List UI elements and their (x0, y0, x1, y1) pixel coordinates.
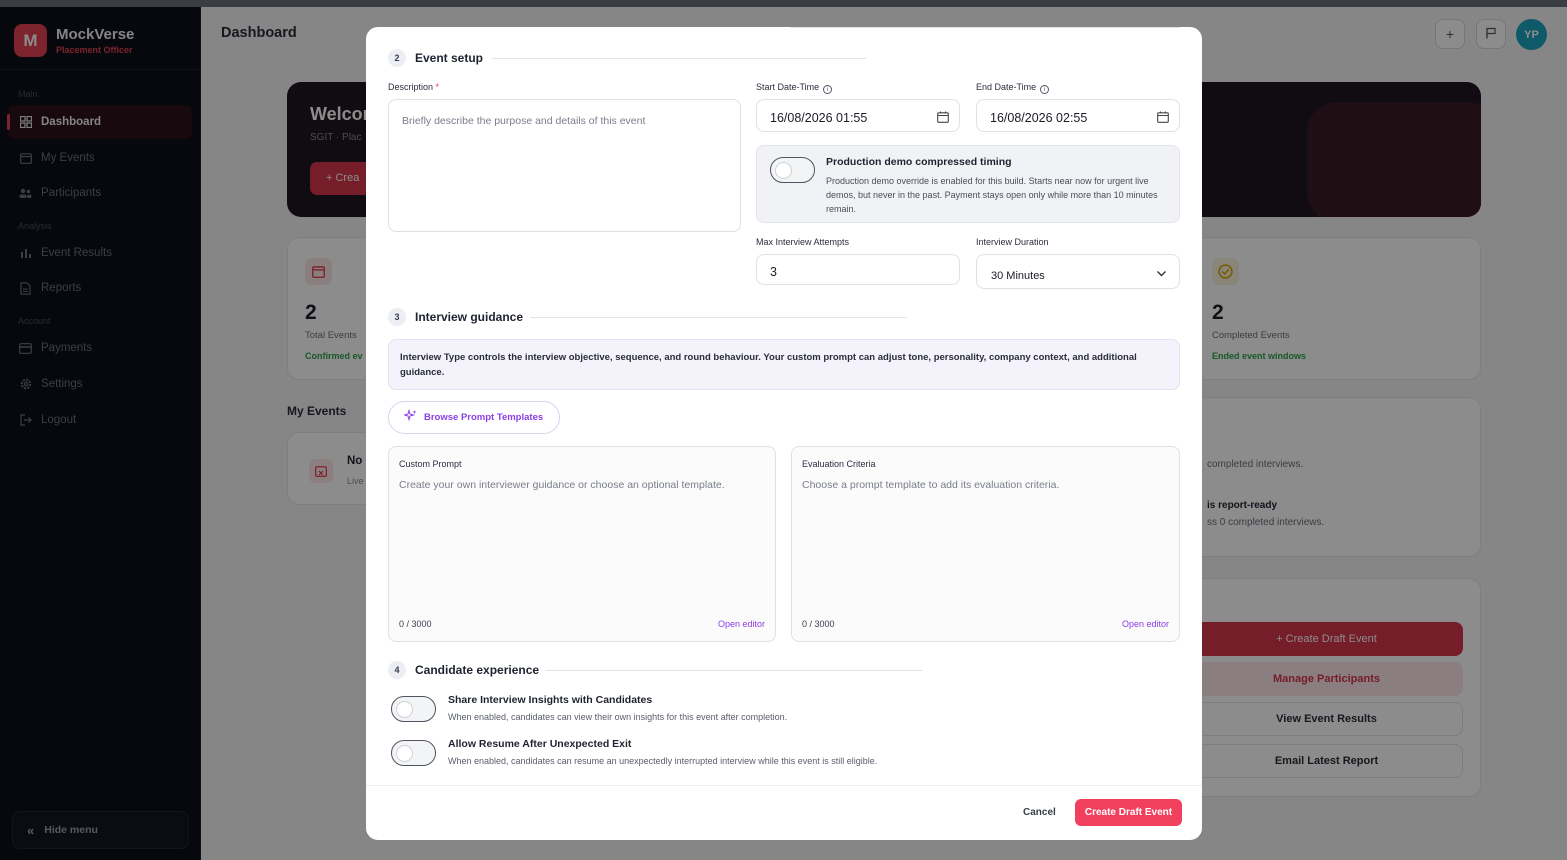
max-attempts-label: Max Interview Attempts (756, 237, 850, 247)
end-datetime-input[interactable]: 16/08/2026 02:55 (976, 99, 1180, 132)
calendar-icon[interactable] (937, 110, 949, 128)
section-candidate-header: 4 Candidate experience (388, 661, 539, 679)
info-icon[interactable]: i (1040, 85, 1050, 94)
duration-select[interactable]: 30 Minutes (976, 254, 1180, 289)
demo-timing-title: Production demo compressed timing (826, 156, 1012, 168)
section-number: 2 (388, 49, 406, 67)
calendar-icon[interactable] (1157, 110, 1169, 128)
max-attempts-input[interactable]: 3 (756, 254, 960, 285)
allow-resume-toggle[interactable] (391, 740, 436, 766)
section-divider (530, 317, 907, 318)
section-title: Event setup (415, 51, 484, 65)
duration-value: 30 Minutes (991, 270, 1045, 282)
demo-timing-toggle[interactable] (770, 157, 815, 183)
end-datetime-label: End Date-Time i (976, 82, 1050, 94)
create-event-modal: 2 Event setup Description * Briefly desc… (366, 27, 1202, 840)
evaluation-criteria-textarea[interactable]: Evaluation Criteria Choose a prompt temp… (791, 446, 1180, 642)
evaluation-criteria-counter: 0 / 3000 (802, 619, 835, 629)
scroll-remnant (790, 27, 1180, 30)
description-placeholder: Briefly describe the purpose and details… (402, 115, 646, 127)
browse-prompt-templates-button[interactable]: Browse Prompt Templates (388, 401, 560, 434)
start-datetime-label: Start Date-Time i (756, 82, 833, 94)
section-title: Candidate experience (415, 663, 540, 677)
cancel-button[interactable]: Cancel (1023, 807, 1056, 818)
section-title: Interview guidance (415, 310, 524, 324)
allow-resume-title: Allow Resume After Unexpected Exit (448, 738, 632, 750)
duration-label: Interview Duration (976, 237, 1049, 247)
info-icon[interactable]: i (823, 85, 833, 94)
eval-open-editor-link[interactable]: Open editor (1122, 619, 1169, 629)
chevron-down-icon (1156, 266, 1167, 284)
start-datetime-input[interactable]: 16/08/2026 01:55 (756, 99, 960, 132)
section-number: 4 (388, 661, 406, 679)
description-label: Description * (388, 82, 440, 92)
share-insights-toggle[interactable] (391, 696, 436, 722)
max-attempts-value: 3 (770, 265, 777, 279)
share-insights-description: When enabled, candidates can view their … (448, 712, 788, 722)
description-textarea[interactable]: Briefly describe the purpose and details… (388, 99, 741, 232)
demo-timing-panel: Production demo compressed timing Produc… (756, 145, 1180, 223)
start-datetime-value: 16/08/2026 01:55 (770, 111, 868, 125)
custom-prompt-textarea[interactable]: Custom Prompt Create your own interviewe… (388, 446, 776, 642)
sparkle-icon (402, 408, 417, 427)
custom-prompt-label: Custom Prompt (399, 459, 462, 469)
window-top-bar (0, 0, 1567, 7)
custom-prompt-counter: 0 / 3000 (399, 619, 432, 629)
section-event-setup-header: 2 Event setup (388, 49, 483, 67)
demo-timing-description: Production demo override is enabled for … (826, 176, 1158, 214)
required-mark: * (435, 82, 440, 92)
custom-open-editor-link[interactable]: Open editor (718, 619, 765, 629)
custom-prompt-placeholder: Create your own interviewer guidance or … (399, 479, 725, 491)
browse-templates-label: Browse Prompt Templates (424, 412, 544, 423)
section-guidance-header: 3 Interview guidance (388, 308, 523, 326)
create-draft-event-button[interactable]: Create Draft Event (1075, 799, 1182, 826)
end-datetime-value: 16/08/2026 02:55 (990, 111, 1088, 125)
section-number: 3 (388, 308, 406, 326)
evaluation-criteria-label: Evaluation Criteria (802, 459, 876, 469)
interview-type-note: Interview Type controls the interview ob… (388, 339, 1180, 390)
section-divider (546, 670, 923, 671)
section-divider (492, 58, 866, 59)
evaluation-criteria-placeholder: Choose a prompt template to add its eval… (802, 479, 1060, 491)
share-insights-title: Share Interview Insights with Candidates (448, 694, 653, 706)
modal-footer-divider (366, 785, 1202, 786)
allow-resume-description: When enabled, candidates can resume an u… (448, 756, 878, 766)
